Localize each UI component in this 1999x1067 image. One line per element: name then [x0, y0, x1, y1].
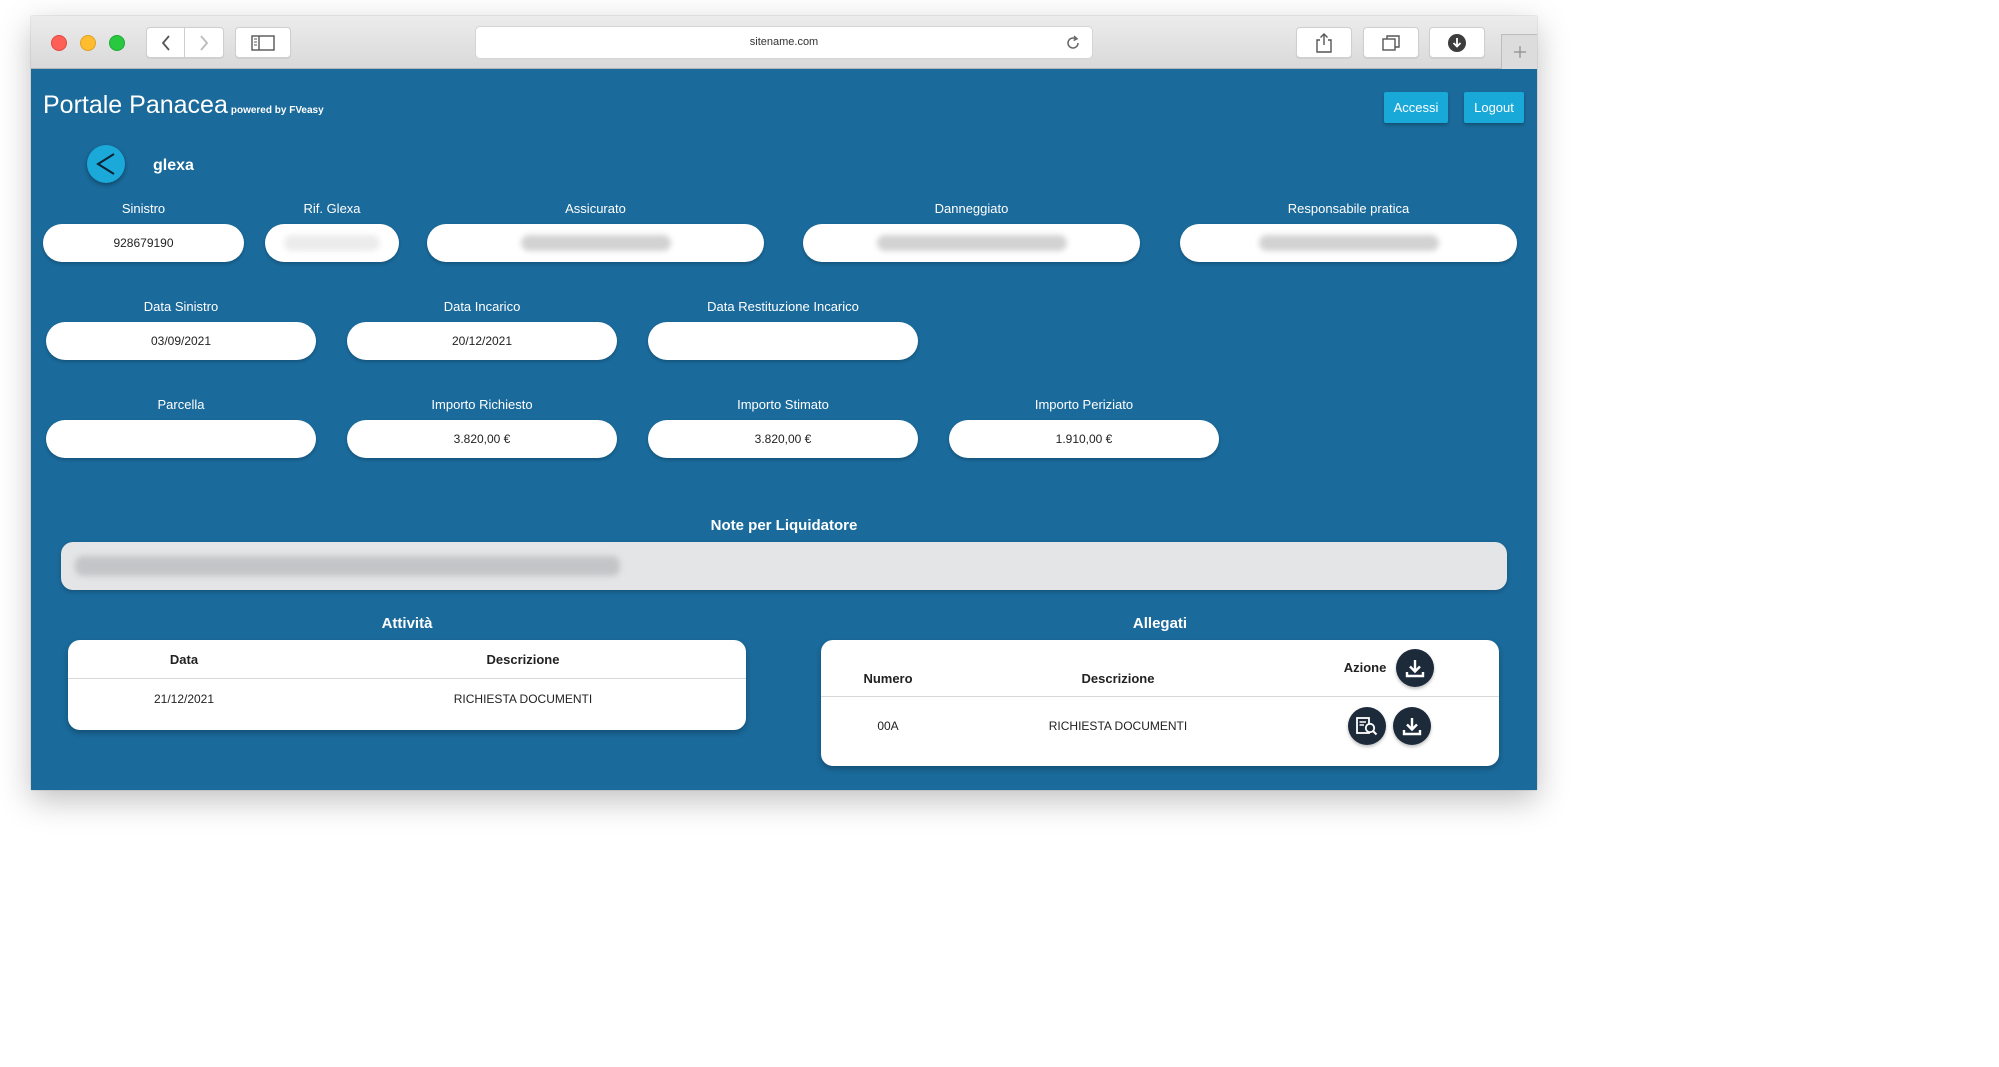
download-circle-icon [1448, 33, 1466, 52]
data-sinistro-label: Data Sinistro [143, 299, 219, 314]
data-sinistro-value: 03/09/2021 [150, 334, 212, 348]
danneggiato-label: Danneggiato [934, 201, 1009, 216]
attivita-row-data: 21/12/2021 [153, 692, 215, 706]
table-divider [68, 678, 746, 679]
data-incarico-label: Data Incarico [443, 299, 521, 314]
allegati-title: Allegati [1132, 615, 1188, 632]
browser-back-button[interactable] [146, 27, 185, 58]
sinistro-label: Sinistro [121, 201, 166, 216]
redacted-text [75, 556, 620, 576]
reload-icon[interactable] [1064, 34, 1082, 52]
accessi-button[interactable]: Accessi [1384, 92, 1448, 123]
chevron-right-icon [200, 34, 209, 51]
share-icon [1316, 32, 1332, 53]
importo-stimato-label: Importo Stimato [737, 397, 829, 412]
allegati-col-descrizione: Descrizione [1081, 671, 1155, 686]
table-divider [821, 696, 1499, 697]
importo-stimato-value: 3.820,00 € [754, 432, 812, 446]
data-incarico-value: 20/12/2021 [451, 334, 513, 348]
notes-field[interactable] [61, 542, 1507, 590]
minimize-window-button[interactable] [80, 35, 96, 51]
app-title: Portale Panacea [43, 91, 228, 119]
attivita-col-data: Data [169, 652, 199, 667]
browser-toolbar: sitename.com [31, 16, 1537, 69]
back-button[interactable] [87, 145, 125, 183]
tab-overview-button[interactable] [1363, 27, 1419, 58]
download-icon [1402, 718, 1422, 736]
maximize-window-button[interactable] [109, 35, 125, 51]
logout-button[interactable]: Logout [1464, 92, 1524, 123]
allegati-row-descrizione: RICHIESTA DOCUMENTI [1048, 719, 1188, 733]
parcella-field[interactable] [46, 420, 316, 458]
sidebar-icon [251, 34, 275, 51]
data-restituzione-label: Data Restituzione Incarico [707, 299, 859, 314]
brand: Portale Panacea powered by FVeasy [43, 91, 324, 120]
redacted-text [284, 235, 380, 251]
allegati-col-numero: Numero [863, 671, 913, 686]
allegati-table: Numero Descrizione Azione 00A RICHIESTA … [821, 640, 1499, 766]
importo-richiesto-field[interactable]: 3.820,00 € [347, 420, 617, 458]
responsabile-label: Responsabile pratica [1287, 201, 1410, 216]
notes-title: Note per Liquidatore [710, 517, 858, 534]
attivita-table: Data Descrizione 21/12/2021 RICHIESTA DO… [68, 640, 746, 730]
sinistro-value: 928679190 [113, 236, 174, 250]
share-button[interactable] [1296, 27, 1352, 58]
importo-periziato-field[interactable]: 1.910,00 € [949, 420, 1219, 458]
tabs-icon [1382, 34, 1400, 51]
redacted-text [1258, 235, 1439, 251]
screenshot-stage: sitename.com Portale Panacea powered by F… [0, 0, 1568, 839]
assicurato-label: Assicurato [565, 201, 626, 216]
download-button[interactable] [1393, 707, 1431, 745]
allegati-col-azione: Azione [1343, 660, 1387, 675]
chevron-left-icon [96, 153, 115, 175]
attivita-col-descrizione: Descrizione [486, 652, 560, 667]
page-content: Portale Panacea powered by FVeasy Accessi… [31, 69, 1537, 790]
allegati-row-numero: 00A [877, 719, 899, 733]
data-sinistro-field[interactable]: 03/09/2021 [46, 322, 316, 360]
parcella-label: Parcella [157, 397, 205, 412]
rif-glexa-label: Rif. Glexa [303, 201, 361, 216]
importo-richiesto-label: Importo Richiesto [431, 397, 533, 412]
attivita-title: Attività [381, 615, 433, 632]
redacted-text [520, 235, 671, 251]
responsabile-field[interactable] [1180, 224, 1517, 262]
rif-glexa-field[interactable] [265, 224, 399, 262]
sidebar-toggle-button[interactable] [235, 27, 291, 58]
download-icon [1405, 660, 1425, 678]
app-subtitle: powered by FVeasy [230, 105, 324, 116]
importo-stimato-field[interactable]: 3.820,00 € [648, 420, 918, 458]
importo-periziato-value: 1.910,00 € [1055, 432, 1113, 446]
client-name: glexa [153, 157, 194, 174]
sinistro-field[interactable]: 928679190 [43, 224, 244, 262]
importo-richiesto-value: 3.820,00 € [453, 432, 511, 446]
plus-icon [1513, 46, 1526, 58]
attivita-row-descrizione: RICHIESTA DOCUMENTI [453, 692, 593, 706]
danneggiato-field[interactable] [803, 224, 1140, 262]
new-tab-button[interactable] [1501, 34, 1537, 69]
chevron-left-icon [161, 34, 170, 51]
url-text: sitename.com [749, 36, 819, 48]
downloads-button[interactable] [1429, 27, 1485, 58]
document-search-icon [1356, 717, 1378, 736]
data-restituzione-field[interactable] [648, 322, 918, 360]
browser-window: sitename.com Portale Panacea powered by F… [31, 16, 1537, 790]
browser-forward-button[interactable] [185, 27, 224, 58]
address-bar[interactable]: sitename.com [475, 26, 1093, 59]
assicurato-field[interactable] [427, 224, 764, 262]
preview-button[interactable] [1348, 707, 1386, 745]
data-incarico-field[interactable]: 20/12/2021 [347, 322, 617, 360]
close-window-button[interactable] [51, 35, 67, 51]
download-all-button[interactable] [1396, 649, 1434, 687]
redacted-text [876, 235, 1067, 251]
importo-periziato-label: Importo Periziato [1034, 397, 1134, 412]
